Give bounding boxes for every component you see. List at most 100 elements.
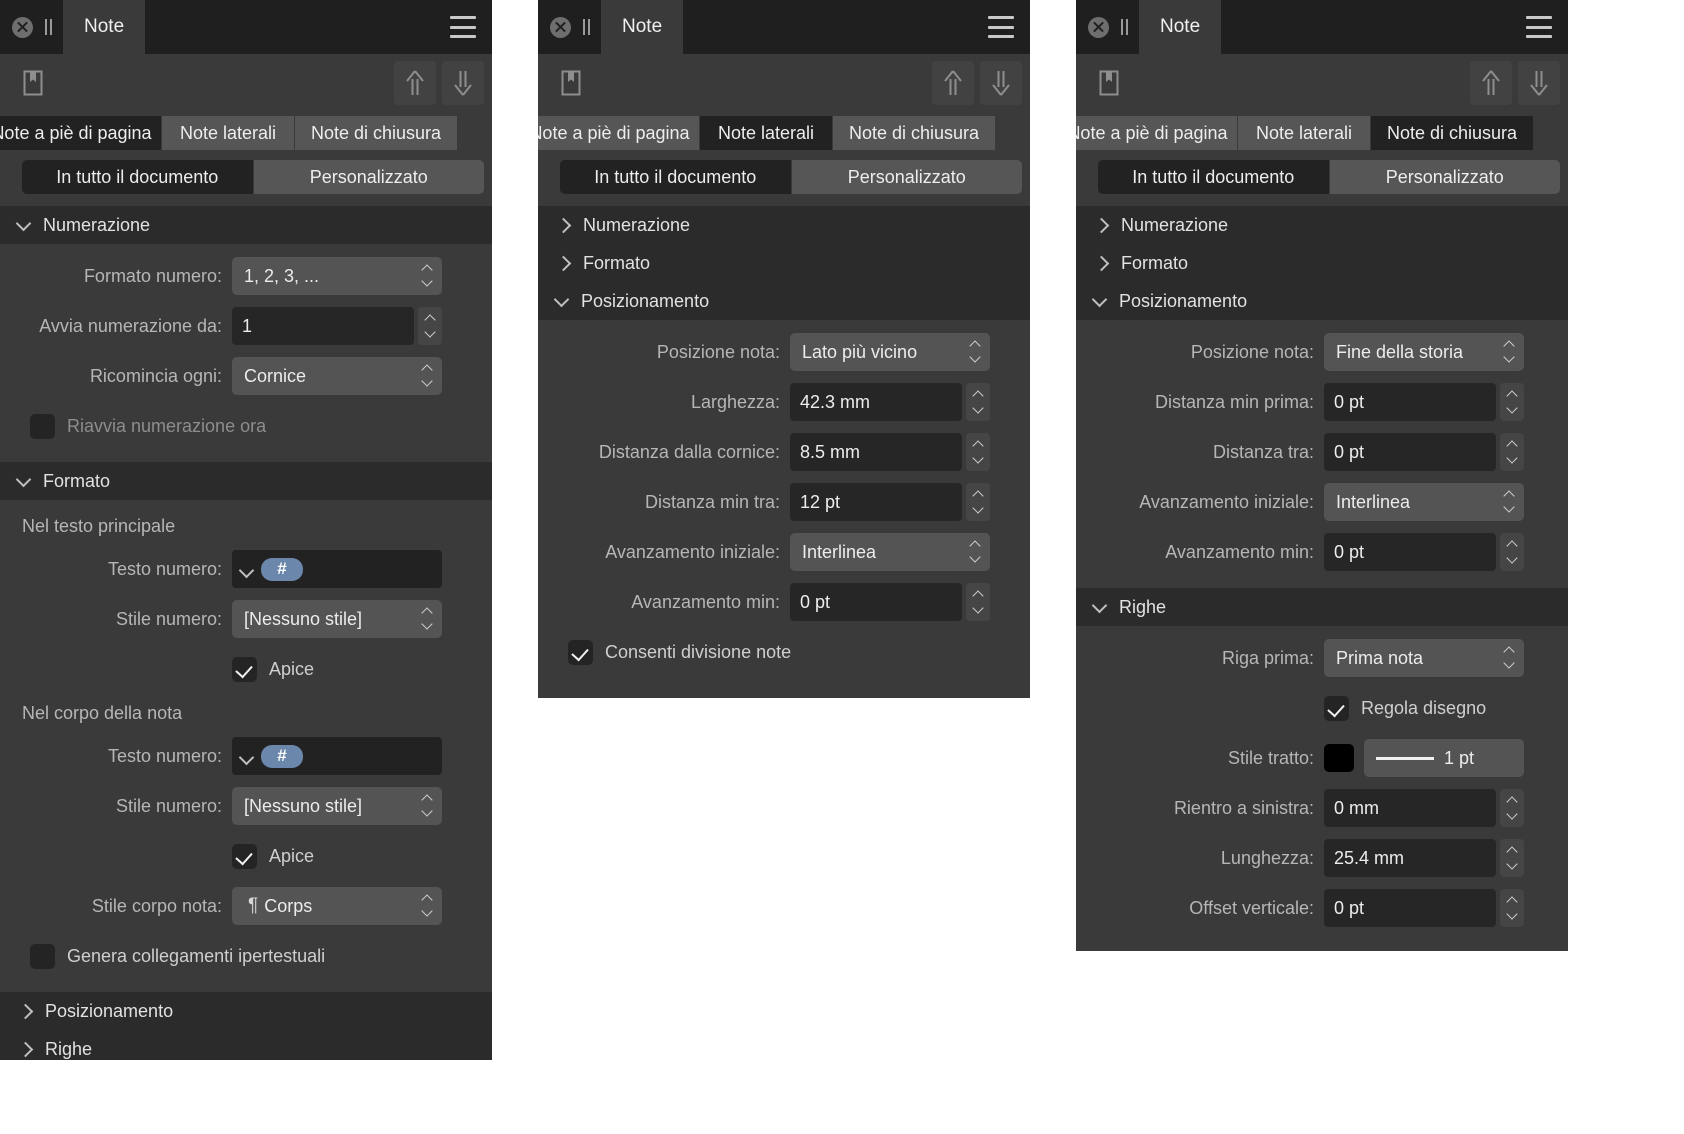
posizione-nota-dropdown[interactable]: Fine della storia xyxy=(1324,333,1524,371)
arrow-up-icon[interactable] xyxy=(1470,61,1512,105)
tab-custom[interactable]: Personalizzato xyxy=(791,160,1022,194)
distanza-tra-stepper[interactable] xyxy=(1500,433,1524,471)
section-header-numerazione[interactable]: Numerazione xyxy=(1076,206,1568,244)
tab-whole-document[interactable]: In tutto il documento xyxy=(1098,160,1330,194)
tab-sidenotes[interactable]: Note laterali xyxy=(700,116,833,150)
stile-numero-main-dropdown[interactable]: [Nessuno stile] xyxy=(232,600,442,638)
bookmark-icon[interactable] xyxy=(12,61,54,105)
section-header-posizionamento[interactable]: Posizionamento xyxy=(538,282,1030,320)
close-icon[interactable] xyxy=(12,16,33,38)
offset-verticale-stepper[interactable] xyxy=(1500,889,1524,927)
number-token-pill[interactable]: # xyxy=(261,557,303,581)
larghezza-stepper[interactable] xyxy=(966,383,990,421)
tab-endnotes[interactable]: Note di chiusura xyxy=(295,116,458,150)
tab-sidenotes[interactable]: Note laterali xyxy=(162,116,295,150)
stroke-color-swatch[interactable] xyxy=(1324,744,1354,772)
arrow-up-icon[interactable] xyxy=(932,61,974,105)
genera-collegamenti-box[interactable] xyxy=(30,943,55,969)
panel-tab-title[interactable]: Note xyxy=(601,0,684,54)
tab-custom[interactable]: Personalizzato xyxy=(253,160,484,194)
avanzamento-min-stepper[interactable] xyxy=(1500,533,1524,571)
checkbox-consenti-divisione[interactable]: Consenti divisione note xyxy=(568,631,791,673)
stile-numero-body-dropdown[interactable]: [Nessuno stile] xyxy=(232,787,442,825)
avvia-numerazione-stepper[interactable] xyxy=(418,307,442,345)
testo-numero-main-input[interactable]: # xyxy=(232,550,442,588)
avanzamento-min-input[interactable]: 0 pt xyxy=(1324,533,1496,571)
larghezza-input[interactable]: 42.3 mm xyxy=(790,383,962,421)
testo-numero-body-input[interactable]: # xyxy=(232,737,442,775)
drag-grip-icon[interactable] xyxy=(1119,19,1129,35)
avanzamento-min-input[interactable]: 0 pt xyxy=(790,583,962,621)
section-header-righe[interactable]: Righe xyxy=(0,1030,492,1060)
regola-disegno-box[interactable] xyxy=(1324,695,1349,721)
arrow-down-icon[interactable] xyxy=(442,61,484,105)
hamburger-menu-icon[interactable] xyxy=(988,16,1014,38)
arrow-down-icon[interactable] xyxy=(980,61,1022,105)
bookmark-icon[interactable] xyxy=(1088,61,1130,105)
rientro-a-sinistra-stepper[interactable] xyxy=(1500,789,1524,827)
section-header-posizionamento[interactable]: Posizionamento xyxy=(1076,282,1568,320)
tab-footnotes[interactable]: Note a piè di pagina xyxy=(0,116,162,150)
close-icon[interactable] xyxy=(550,16,571,38)
distanza-min-tra-stepper[interactable] xyxy=(966,483,990,521)
section-header-formato[interactable]: Formato xyxy=(0,462,492,500)
tab-whole-document[interactable]: In tutto il documento xyxy=(560,160,792,194)
ricomincia-ogni-dropdown[interactable]: Cornice xyxy=(232,357,442,395)
avanzamento-iniziale-dropdown[interactable]: Interlinea xyxy=(1324,483,1524,521)
distanza-tra-input[interactable]: 0 pt xyxy=(1324,433,1496,471)
rientro-a-sinistra-input[interactable]: 0 mm xyxy=(1324,789,1496,827)
distanza-min-prima-stepper[interactable] xyxy=(1500,383,1524,421)
formato-numero-dropdown[interactable]: 1, 2, 3, ... xyxy=(232,257,442,295)
section-header-formato[interactable]: Formato xyxy=(1076,244,1568,282)
avanzamento-min-stepper[interactable] xyxy=(966,583,990,621)
panel-tab-title[interactable]: Note xyxy=(1139,0,1222,54)
consenti-divisione-box[interactable] xyxy=(568,639,593,665)
posizione-nota-dropdown[interactable]: Lato più vicino xyxy=(790,333,990,371)
tab-whole-document[interactable]: In tutto il documento xyxy=(22,160,254,194)
section-header-formato[interactable]: Formato xyxy=(538,244,1030,282)
checkbox-apice-body[interactable]: Apice xyxy=(232,835,442,877)
apice-main-box[interactable] xyxy=(232,656,257,682)
hamburger-menu-icon[interactable] xyxy=(1526,16,1552,38)
panel-tab-title[interactable]: Note xyxy=(63,0,146,54)
section-header-numerazione[interactable]: Numerazione xyxy=(538,206,1030,244)
lunghezza-stepper[interactable] xyxy=(1500,839,1524,877)
number-token-pill[interactable]: # xyxy=(261,744,303,768)
tab-endnotes[interactable]: Note di chiusura xyxy=(1371,116,1534,150)
avvia-numerazione-input[interactable]: 1 xyxy=(232,307,414,345)
close-icon[interactable] xyxy=(1088,16,1109,38)
panel-body: Numerazione Formato numero: 1, 2, 3, ...… xyxy=(0,194,492,1060)
section-header-righe[interactable]: Righe xyxy=(1076,588,1568,626)
tab-footnotes[interactable]: Note a piè di pagina xyxy=(1076,116,1238,150)
chevron-down-icon[interactable] xyxy=(240,752,253,760)
tab-custom[interactable]: Personalizzato xyxy=(1329,160,1560,194)
section-header-numerazione[interactable]: Numerazione xyxy=(0,206,492,244)
hamburger-menu-icon[interactable] xyxy=(450,16,476,38)
drag-grip-icon[interactable] xyxy=(581,19,591,35)
offset-verticale-input[interactable]: 0 pt xyxy=(1324,889,1496,927)
drag-grip-icon[interactable] xyxy=(43,19,53,35)
section-header-posizionamento[interactable]: Posizionamento xyxy=(0,992,492,1030)
bookmark-icon[interactable] xyxy=(550,61,592,105)
checkbox-riavvia-numerazione[interactable]: Riavvia numerazione ora xyxy=(30,405,266,447)
stroke-style-dropdown[interactable]: 1 pt xyxy=(1364,739,1524,777)
distanza-dalla-cornice-stepper[interactable] xyxy=(966,433,990,471)
distanza-min-prima-input[interactable]: 0 pt xyxy=(1324,383,1496,421)
chevron-down-icon[interactable] xyxy=(240,565,253,573)
checkbox-genera-collegamenti[interactable]: Genera collegamenti ipertestuali xyxy=(30,935,325,977)
avanzamento-iniziale-dropdown[interactable]: Interlinea xyxy=(790,533,990,571)
lunghezza-input[interactable]: 25.4 mm xyxy=(1324,839,1496,877)
arrow-up-icon[interactable] xyxy=(394,61,436,105)
distanza-dalla-cornice-input[interactable]: 8.5 mm xyxy=(790,433,962,471)
arrow-down-icon[interactable] xyxy=(1518,61,1560,105)
apice-body-box[interactable] xyxy=(232,843,257,869)
riavvia-numerazione-box[interactable] xyxy=(30,413,55,439)
tab-endnotes[interactable]: Note di chiusura xyxy=(833,116,996,150)
tab-footnotes[interactable]: Note a piè di pagina xyxy=(538,116,700,150)
stile-corpo-nota-dropdown[interactable]: ¶ Corps xyxy=(232,887,442,925)
checkbox-regola-disegno[interactable]: Regola disegno xyxy=(1324,687,1524,729)
tab-sidenotes[interactable]: Note laterali xyxy=(1238,116,1371,150)
distanza-min-tra-input[interactable]: 12 pt xyxy=(790,483,962,521)
riga-prima-dropdown[interactable]: Prima nota xyxy=(1324,639,1524,677)
checkbox-apice-main[interactable]: Apice xyxy=(232,648,442,690)
